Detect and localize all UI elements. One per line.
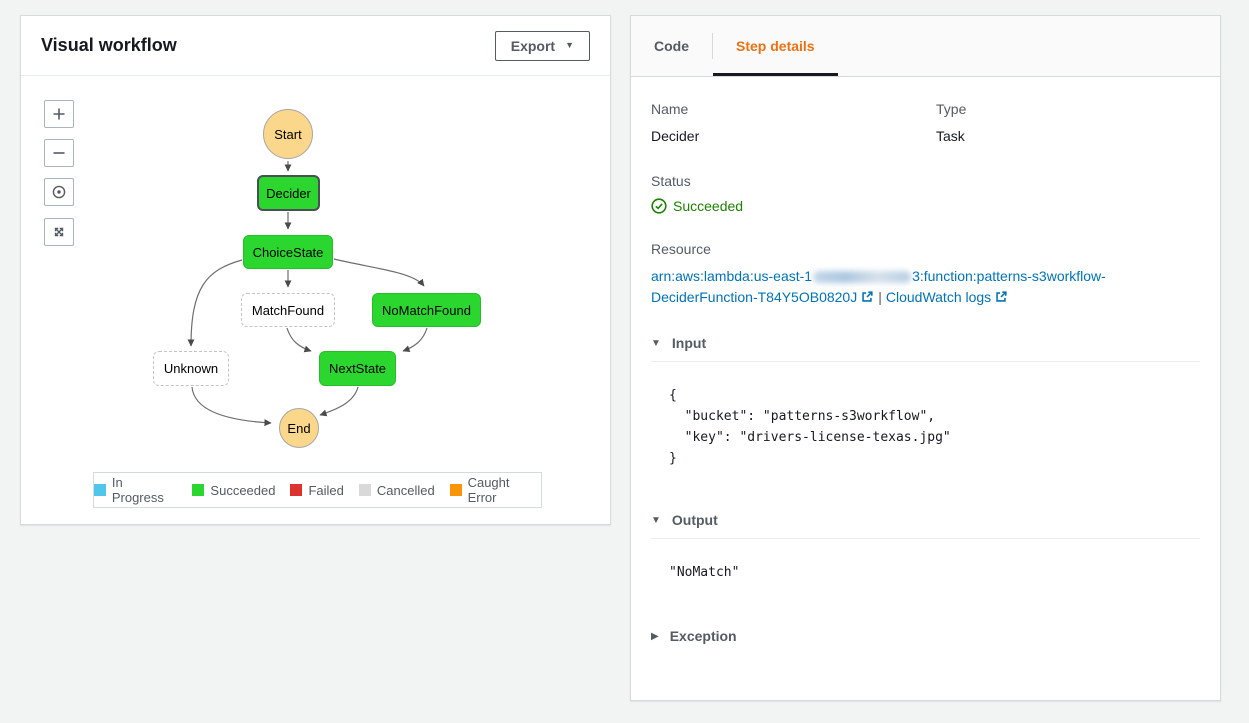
node-label: MatchFound [252, 303, 324, 318]
node-unknown[interactable]: Unknown [153, 351, 229, 386]
legend-failed: Failed [290, 483, 343, 498]
resource-arn-line2: DeciderFunction-T84Y5OB0820J|CloudWatch … [651, 287, 1200, 308]
caret-right-icon: ▶ [651, 631, 659, 642]
export-button[interactable]: Export ▼ [495, 31, 590, 61]
cancelled-swatch [359, 484, 371, 496]
node-label: Unknown [164, 361, 218, 376]
tab-step-details[interactable]: Step details [713, 16, 838, 76]
external-link-icon [994, 290, 1008, 304]
legend-succeeded: Succeeded [192, 483, 275, 498]
legend-in-progress: In Progress [94, 475, 177, 505]
node-start[interactable]: Start [263, 109, 313, 159]
node-nextstate[interactable]: NextState [319, 351, 396, 386]
node-decider[interactable]: Decider [257, 175, 320, 211]
node-label: NoMatchFound [382, 303, 471, 318]
node-nomatchfound[interactable]: NoMatchFound [372, 293, 481, 327]
caret-down-icon: ▼ [651, 515, 661, 526]
node-label: Start [274, 127, 301, 142]
step-details-panel: Code Step details Name Decider Type Task… [630, 15, 1221, 701]
caught-error-swatch [450, 484, 462, 496]
caret-down-icon: ▼ [651, 338, 661, 349]
resource-arn-line1: arn:aws:lambda:us-east-13:function:patte… [651, 266, 1200, 287]
exception-section: ▶ Exception [651, 628, 1200, 644]
type-value: Task [936, 128, 1200, 144]
output-section: ▼ Output "NoMatch" [651, 512, 1200, 583]
status-field: Status Succeeded [651, 173, 1200, 214]
success-check-icon [651, 198, 667, 214]
status-legend: In Progress Succeeded Failed Cancelled C… [93, 472, 542, 508]
link-separator: | [878, 289, 882, 305]
tab-bar: Code Step details [631, 16, 1220, 77]
tab-code[interactable]: Code [631, 16, 712, 76]
lambda-arn-link[interactable]: arn:aws:lambda:us-east-13:function:patte… [651, 268, 1106, 284]
input-section-header[interactable]: ▼ Input [651, 335, 1200, 351]
node-label: Decider [266, 186, 311, 201]
output-json: "NoMatch" [669, 562, 1200, 583]
node-label: ChoiceState [253, 245, 324, 260]
in-progress-swatch [94, 484, 106, 496]
status-label: Status [651, 173, 1200, 189]
output-section-header[interactable]: ▼ Output [651, 512, 1200, 528]
visual-workflow-header: Visual workflow Export ▼ [21, 16, 610, 76]
export-button-label: Export [511, 38, 555, 54]
section-divider [651, 361, 1200, 362]
node-label: End [287, 421, 310, 436]
legend-cancelled: Cancelled [359, 483, 435, 498]
failed-swatch [290, 484, 302, 496]
node-label: NextState [329, 361, 386, 376]
node-matchfound[interactable]: MatchFound [241, 293, 335, 327]
input-json: { "bucket": "patterns-s3workflow", "key"… [669, 385, 1200, 469]
status-badge: Succeeded [651, 198, 1200, 214]
chevron-down-icon: ▼ [565, 41, 574, 50]
name-value: Decider [651, 128, 936, 144]
node-end[interactable]: End [279, 408, 319, 448]
node-choicestate[interactable]: ChoiceState [243, 235, 333, 269]
panel-title: Visual workflow [41, 35, 177, 56]
section-divider [651, 538, 1200, 539]
workflow-diagram: Start Decider ChoiceState MatchFound NoM… [21, 76, 610, 524]
lambda-arn-link-continued[interactable]: DeciderFunction-T84Y5OB0820J [651, 289, 874, 305]
cloudwatch-logs-link[interactable]: CloudWatch logs [886, 289, 1008, 305]
legend-caught-error: Caught Error [450, 475, 541, 505]
resource-field: Resource arn:aws:lambda:us-east-13:funct… [651, 241, 1200, 308]
name-label: Name [651, 101, 936, 117]
visual-workflow-panel: Visual workflow Export ▼ [20, 15, 611, 525]
resource-label: Resource [651, 241, 1200, 257]
step-details-content: Name Decider Type Task Status Succeeded … [631, 77, 1220, 644]
input-section: ▼ Input { "bucket": "patterns-s3workflow… [651, 335, 1200, 469]
type-field: Type Task [936, 101, 1200, 144]
external-link-icon [860, 290, 874, 304]
succeeded-swatch [192, 484, 204, 496]
type-label: Type [936, 101, 1200, 117]
name-field: Name Decider [651, 101, 936, 144]
redacted-account-id [813, 271, 911, 283]
exception-section-header[interactable]: ▶ Exception [651, 628, 1200, 644]
